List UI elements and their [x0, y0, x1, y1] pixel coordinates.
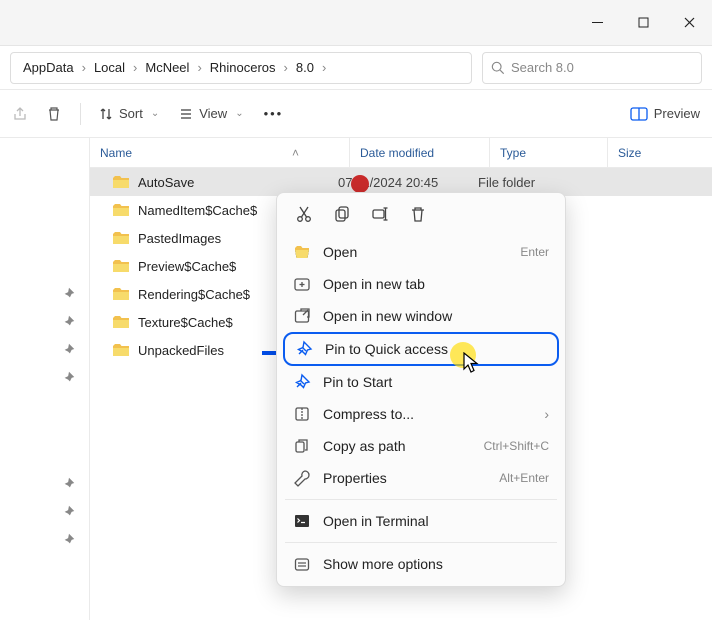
column-size[interactable]: Size [608, 138, 712, 167]
ctx-copy-path[interactable]: Copy as path Ctrl+Shift+C [283, 430, 559, 462]
chevron-down-icon: ⌄ [149, 108, 161, 119]
sidebar-quick-access-pin[interactable] [62, 504, 76, 521]
column-headers: Name ˄ Date modified Type Size [90, 138, 712, 168]
sidebar-quick-access-pin[interactable] [62, 370, 76, 387]
delete-button[interactable] [46, 106, 62, 122]
breadcrumb[interactable]: AppData › Local › McNeel › Rhinoceros › … [10, 52, 472, 84]
maximize-button[interactable] [620, 0, 666, 46]
new-window-icon [293, 307, 311, 325]
view-label: View [199, 106, 227, 121]
file-type: File folder [478, 175, 598, 190]
copy-path-icon [293, 437, 311, 455]
sort-button[interactable]: Sort ⌄ [99, 106, 161, 121]
chevron-right-icon: › [544, 406, 549, 422]
terminal-icon [293, 512, 311, 530]
search-placeholder: Search 8.0 [511, 60, 574, 75]
new-tab-icon [293, 275, 311, 293]
column-name[interactable]: Name ˄ [90, 138, 350, 167]
sidebar-quick-access-pin[interactable] [62, 286, 76, 303]
sort-asc-icon: ˄ [292, 146, 299, 160]
separator [285, 542, 557, 543]
breadcrumb-item[interactable]: Rhinoceros [204, 60, 282, 75]
separator [285, 499, 557, 500]
address-row: AppData › Local › McNeel › Rhinoceros › … [0, 46, 712, 90]
zip-icon [293, 405, 311, 423]
window-titlebar [0, 0, 712, 46]
sidebar-quick-access-pin[interactable] [62, 476, 76, 493]
minimize-button[interactable] [574, 0, 620, 46]
more-icon [293, 555, 311, 573]
more-button[interactable]: ••• [264, 106, 284, 121]
ctx-open[interactable]: Open Enter [283, 236, 559, 268]
ctx-open-terminal[interactable]: Open in Terminal [283, 505, 559, 537]
chevron-right-icon: › [320, 60, 328, 75]
wrench-icon [293, 469, 311, 487]
sidebar-quick-access-pin[interactable] [62, 532, 76, 549]
column-type[interactable]: Type [490, 138, 608, 167]
pin-icon [295, 340, 313, 358]
file-name: AutoSave [138, 175, 338, 190]
search-input[interactable]: Search 8.0 [482, 52, 702, 84]
ctx-properties[interactable]: Properties Alt+Enter [283, 462, 559, 494]
cut-icon[interactable] [295, 205, 313, 226]
annotation-red-dot [351, 175, 369, 193]
column-date[interactable]: Date modified [350, 138, 490, 167]
share-button[interactable] [12, 106, 28, 122]
breadcrumb-item[interactable]: AppData [17, 60, 80, 75]
breadcrumb-item[interactable]: 8.0 [290, 60, 320, 75]
ctx-show-more[interactable]: Show more options [283, 548, 559, 580]
toolbar: Sort ⌄ View ⌄ ••• Preview [0, 90, 712, 138]
breadcrumb-item[interactable]: Local [88, 60, 131, 75]
sidebar-quick-access-pin[interactable] [62, 342, 76, 359]
chevron-right-icon: › [80, 60, 88, 75]
chevron-right-icon: › [131, 60, 139, 75]
breadcrumb-item[interactable]: McNeel [139, 60, 195, 75]
delete-icon[interactable] [409, 205, 427, 226]
pin-icon [293, 373, 311, 391]
ctx-pin-start[interactable]: Pin to Start [283, 366, 559, 398]
ctx-open-new-window[interactable]: Open in new window [283, 300, 559, 332]
chevron-right-icon: › [282, 60, 290, 75]
close-button[interactable] [666, 0, 712, 46]
sidebar [0, 138, 90, 620]
search-icon [491, 61, 505, 75]
chevron-down-icon: ⌄ [233, 108, 245, 119]
ctx-pin-quick-access[interactable]: Pin to Quick access [283, 332, 559, 366]
folder-open-icon [293, 243, 311, 261]
ctx-compress[interactable]: Compress to... › [283, 398, 559, 430]
sort-label: Sort [119, 106, 143, 121]
copy-icon[interactable] [333, 205, 351, 226]
ctx-open-new-tab[interactable]: Open in new tab [283, 268, 559, 300]
rename-icon[interactable] [371, 205, 389, 226]
context-menu: Open Enter Open in new tab Open in new w… [276, 192, 566, 587]
chevron-right-icon: › [195, 60, 203, 75]
preview-button[interactable]: Preview [630, 106, 700, 121]
cursor-icon [463, 352, 481, 377]
sidebar-quick-access-pin[interactable] [62, 314, 76, 331]
view-button[interactable]: View ⌄ [179, 106, 245, 121]
preview-label: Preview [654, 106, 700, 121]
